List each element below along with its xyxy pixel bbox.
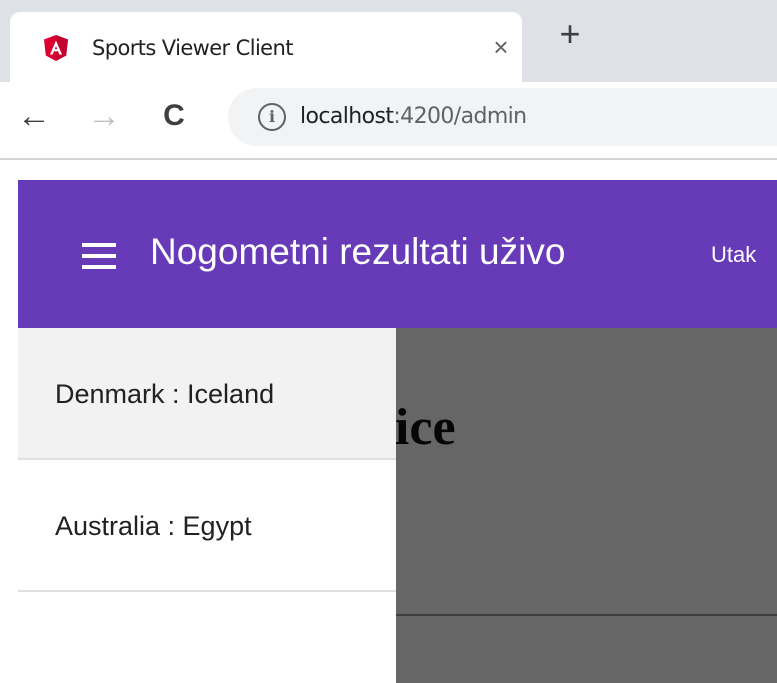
sidenav-item-australia-egypt[interactable]: Australia : Egypt — [18, 460, 396, 592]
url-host: localhost — [300, 104, 394, 129]
url-text[interactable]: localhost:4200/admin — [300, 102, 527, 132]
browser-tab-strip: Sports Viewer Client × + — [0, 0, 777, 82]
toolbar-link[interactable]: Utak — [711, 238, 756, 272]
tab-title: Sports Viewer Client — [92, 36, 293, 60]
browser-tab[interactable]: Sports Viewer Client × — [10, 12, 522, 82]
main-content: nice Denmark : Iceland Australia : Egypt — [18, 328, 777, 683]
menu-icon[interactable] — [82, 243, 116, 269]
info-icon[interactable]: i — [258, 103, 286, 131]
browser-toolbar: ← → C i localhost:4200/admin — [0, 82, 777, 160]
sidenav-item-label: Denmark : Iceland — [55, 379, 275, 409]
address-bar[interactable]: i localhost:4200/admin — [228, 88, 777, 146]
forward-arrow-icon[interactable]: → — [84, 96, 124, 136]
angular-logo-icon — [44, 35, 68, 61]
sidenav-backdrop[interactable] — [396, 328, 777, 683]
side-navigation: Denmark : Iceland Australia : Egypt — [18, 328, 396, 683]
close-tab-icon[interactable]: × — [488, 32, 514, 62]
app-title: Nogometni rezultati uživo — [150, 231, 566, 272]
back-arrow-icon[interactable]: ← — [14, 96, 54, 136]
sidenav-item-label: Australia : Egypt — [55, 511, 252, 541]
reload-icon[interactable]: C — [154, 96, 194, 136]
url-path: :4200/admin — [393, 104, 527, 129]
app-toolbar: Nogometni rezultati uživo Utak — [18, 180, 777, 328]
new-tab-icon[interactable]: + — [553, 16, 587, 52]
sidenav-item-denmark-iceland[interactable]: Denmark : Iceland — [18, 328, 396, 460]
